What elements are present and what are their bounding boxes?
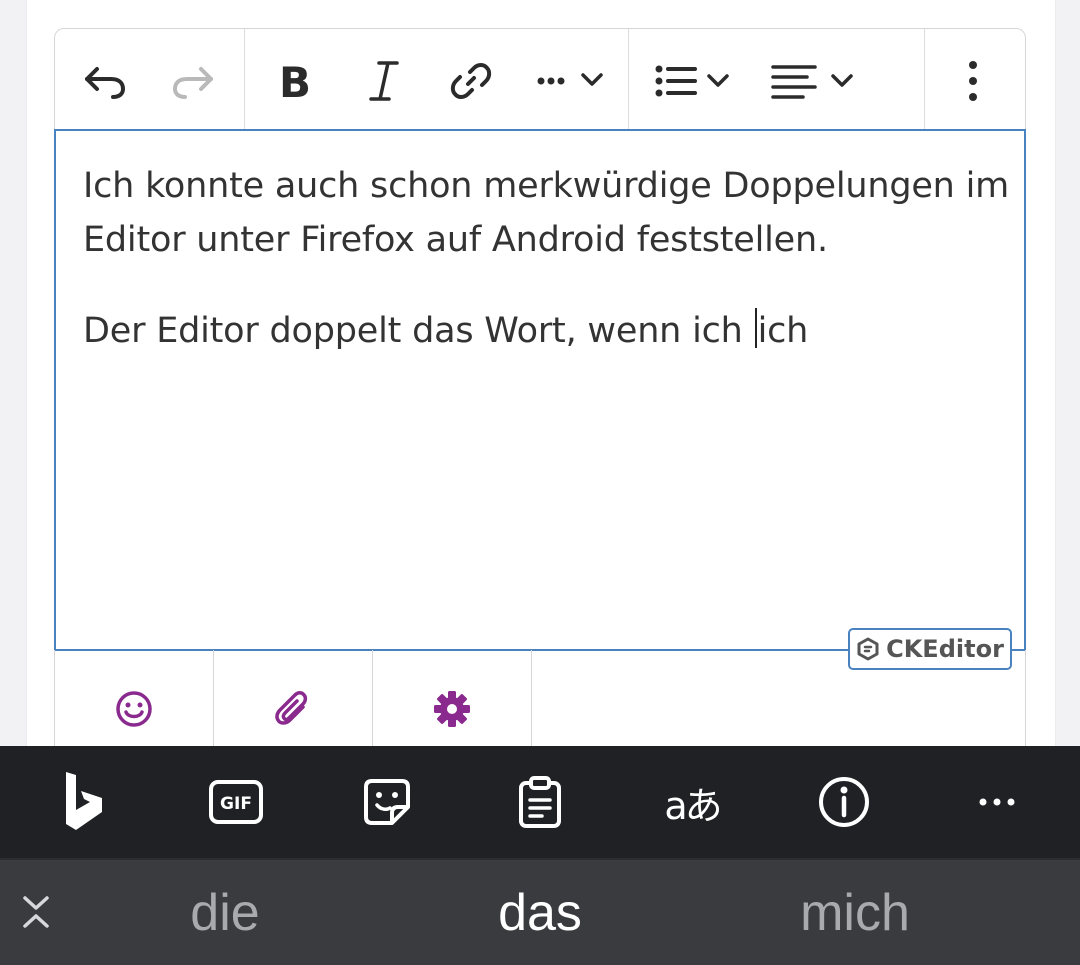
translate-button[interactable]: aあ [652,766,732,838]
sticker-icon [364,779,410,825]
bold-button[interactable]: B [257,43,333,119]
collapse-chevrons-icon [23,896,49,928]
suggestion-item-primary[interactable]: das [425,860,655,965]
redo-button[interactable] [155,43,231,119]
undo-button[interactable] [67,43,143,119]
more-options-button[interactable] [935,43,1011,119]
toolbar-separator [244,29,245,130]
bold-icon: B [279,59,311,103]
gear-icon [434,691,470,727]
more-horizontal-icon [979,798,1015,806]
more-formatting-dropdown[interactable] [521,43,621,119]
gif-label: GIF [220,794,252,814]
undo-icon [85,67,126,99]
suggestion-item[interactable]: mich [740,860,970,965]
info-button[interactable] [804,766,884,838]
link-icon [450,63,492,99]
svg-text:B: B [279,59,311,103]
info-icon [819,777,869,827]
emoji-icon [116,691,152,727]
paragraph: Der Editor doppelt das Wort, wenn ich ic… [83,304,1023,358]
sticker-button[interactable] [347,766,427,838]
link-button[interactable] [433,43,509,119]
italic-icon [369,61,399,101]
paragraph-text: Der Editor doppelt das Wort, wenn ich [83,311,754,351]
suggestion-bar: die das mich [0,858,1080,965]
editor-content-area[interactable]: Ich konnte auch schon merkwürdige Doppel… [54,129,1026,651]
collapse-suggestions-button[interactable] [14,890,58,934]
align-left-icon [771,65,853,99]
text-caret [754,308,757,348]
paperclip-icon [275,691,308,725]
clipboard-icon [519,776,561,828]
keyboard-toolbar: GIF aあ [0,746,1080,858]
translate-icon: aあ [664,783,722,828]
paragraph-text: ich [757,311,809,351]
toolbar-separator [924,29,925,130]
rich-text-editor: B Ich konnte auch schon merkwürdige Dopp… [54,28,1026,768]
bulleted-list-icon [655,65,729,97]
more-tools-button[interactable] [957,766,1037,838]
bing-button[interactable] [45,766,125,838]
gif-button[interactable]: GIF [196,766,276,838]
paragraph: Ich konnte auch schon merkwürdige Doppel… [83,166,1010,260]
redo-icon [172,67,213,99]
toolbar-separator [628,29,629,130]
italic-button[interactable] [345,43,421,119]
editor-toolbar: B [54,28,1026,130]
gif-icon: GIF [209,780,263,824]
more-formatting-icon [537,73,603,86]
bing-icon [66,772,102,830]
bulleted-list-dropdown[interactable] [643,43,743,119]
suggestion-item[interactable]: die [110,860,340,965]
alignment-dropdown[interactable] [759,43,869,119]
more-vertical-icon [969,61,977,101]
clipboard-button[interactable] [500,766,580,838]
